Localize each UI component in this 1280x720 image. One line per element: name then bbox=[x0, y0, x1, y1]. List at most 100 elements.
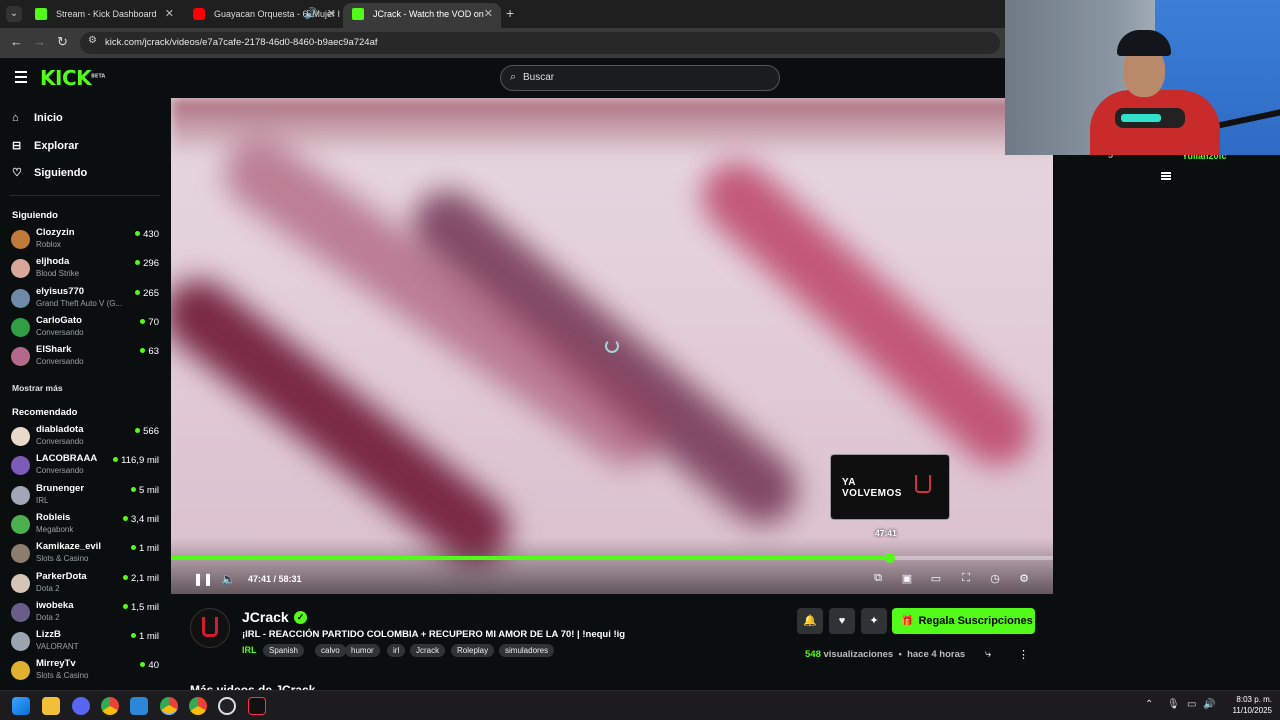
display-icon[interactable]: ▭ bbox=[1187, 699, 1196, 710]
browser-tab-youtube[interactable]: Guayacan Orquesta - 6. Mujer I 🔊 ✕ bbox=[184, 3, 344, 28]
tag-chip[interactable]: simuladores bbox=[499, 644, 555, 657]
live-dot-icon bbox=[135, 260, 141, 266]
gift-button-label: Regala Suscripciones bbox=[918, 615, 1033, 627]
compass-icon: ⊟ bbox=[12, 140, 22, 152]
chrome-icon[interactable] bbox=[189, 697, 207, 715]
sidebar-channel-brunenger[interactable]: Brunenger IRL 5 mil bbox=[11, 482, 161, 510]
more-options-icon[interactable]: ⋮ bbox=[1018, 648, 1029, 661]
recommended-heading: Recomendado bbox=[12, 407, 78, 418]
controls-shade bbox=[171, 538, 1053, 594]
volume-icon[interactable]: 🔈 bbox=[221, 572, 236, 586]
menu-icon[interactable] bbox=[15, 71, 27, 83]
close-icon[interactable]: ✕ bbox=[165, 3, 174, 25]
tab-title: Stream - Kick Dashboard bbox=[56, 9, 157, 19]
nav-label: Inicio bbox=[34, 112, 63, 124]
reload-icon[interactable]: ↻ bbox=[57, 34, 68, 50]
search-input[interactable] bbox=[523, 72, 763, 83]
sidebar-channel-elshark[interactable]: ElShark Conversando 63 bbox=[11, 343, 161, 371]
sidebar-channel-lizzb[interactable]: LizzB VALORANT 1 mil bbox=[11, 628, 161, 656]
beta-badge: BETA bbox=[91, 73, 106, 80]
sidebar-channel-mirreytv[interactable]: MirreyTv Slots & Casino 40 bbox=[11, 657, 161, 685]
new-tab-icon[interactable]: + bbox=[506, 5, 514, 21]
sidebar-channel-robleis[interactable]: Robleis Megabonk 3,4 mil bbox=[11, 511, 161, 539]
microphone-icon[interactable]: 🎙 bbox=[1167, 699, 1180, 710]
heart-icon: ♥ bbox=[838, 615, 846, 627]
channel-category: Slots & Casino bbox=[36, 671, 89, 681]
viewer-count: 430 bbox=[135, 229, 159, 240]
show-more-link[interactable]: Mostrar más bbox=[12, 383, 63, 393]
browser-tab-jcrack-vod[interactable]: JCrack - Watch the VOD on ✕ bbox=[343, 3, 501, 28]
fullscreen-icon[interactable]: ⛶ bbox=[959, 572, 973, 586]
tag-chip[interactable]: irl bbox=[387, 644, 406, 657]
view-stats: 548 visualizaciones • hace 4 horas bbox=[805, 649, 966, 660]
pause-icon[interactable]: ❚❚ bbox=[193, 572, 213, 586]
sidebar-channel-iwobeka[interactable]: iwobeka Dota 2 1,5 mil bbox=[11, 599, 161, 627]
tray-chevron-icon[interactable]: ⌃ bbox=[1145, 699, 1153, 710]
taskbar-clock[interactable]: 8:03 p. m. 11/10/2025 bbox=[1222, 694, 1272, 716]
share-icon[interactable]: ⤷ bbox=[985, 648, 991, 661]
browser-tab-dashboard[interactable]: Stream - Kick Dashboard ✕ bbox=[26, 3, 182, 28]
notification-bell-button[interactable]: 🔔 bbox=[797, 608, 823, 634]
chrome-icon[interactable] bbox=[101, 697, 119, 715]
file-explorer-icon[interactable] bbox=[42, 697, 60, 715]
obs-icon[interactable] bbox=[218, 697, 236, 715]
url-field[interactable]: ⚙ kick.com/jcrack/videos/e7a7cafe-2178-4… bbox=[80, 32, 1000, 54]
chat-scroll-icon[interactable] bbox=[1161, 172, 1171, 181]
miniplayer-icon[interactable]: ⧉ bbox=[871, 572, 885, 586]
forward-arrow-icon[interactable]: → bbox=[33, 34, 46, 49]
sidebar-channel-lacobraaa[interactable]: LACOBRAAA Conversando 116,9 mil bbox=[11, 452, 161, 480]
viewer-count: 1 mil bbox=[130, 543, 159, 554]
app-window-icon[interactable] bbox=[130, 697, 148, 715]
close-icon[interactable]: ✕ bbox=[484, 3, 493, 25]
sparkle-icon: ✦ bbox=[869, 615, 879, 627]
video-player[interactable]: YA VOLVEMOS 47:41 ❚❚ 🔈 47:41 / 58:31 ⧉ ▣ … bbox=[171, 98, 1053, 594]
sidebar-item-inicio[interactable]: ⌂ Inicio bbox=[12, 112, 63, 132]
sidebar-item-explorar[interactable]: ⊟ Explorar bbox=[12, 139, 79, 159]
sidebar-channel-parkerdota[interactable]: ParkerDota Dota 2 2,1 mil bbox=[11, 570, 161, 598]
sidebar-channel-eljhoda[interactable]: eljhoda Blood Strike 296 bbox=[11, 255, 161, 283]
chrome-icon[interactable] bbox=[160, 697, 178, 715]
channel-name[interactable]: JCrack bbox=[242, 609, 289, 625]
channel-category: Dota 2 bbox=[36, 583, 60, 593]
tag-chip[interactable]: calvo bbox=[315, 644, 346, 657]
live-dot-icon bbox=[135, 231, 141, 236]
sidebar-channel-elyisus770[interactable]: elyisus770 Grand Theft Auto V (G... 265 bbox=[11, 285, 161, 313]
clip-icon[interactable]: ▣ bbox=[900, 572, 914, 586]
sparkle-button[interactable]: ✦ bbox=[861, 608, 887, 634]
tag-chip[interactable]: humor bbox=[345, 644, 380, 657]
tag-chip[interactable]: Roleplay bbox=[451, 644, 495, 657]
volume-icon[interactable]: 🔊 bbox=[1203, 699, 1215, 710]
live-dot-icon bbox=[130, 633, 136, 639]
site-info-icon[interactable]: ⚙ bbox=[88, 35, 97, 46]
video-title: ¡IRL - REACCIÓN PARTIDO COLOMBIA + RECUP… bbox=[242, 629, 626, 640]
kick-logo[interactable]: KICKBETA bbox=[40, 66, 105, 90]
sidebar-channel-kamikaze_evil[interactable]: Kamikaze_evil Slots & Casino 1 mil bbox=[11, 540, 161, 568]
close-icon[interactable]: ✕ bbox=[327, 3, 336, 25]
sidebar-channel-clozyzin[interactable]: Clozyzin Roblox 430 bbox=[11, 226, 161, 254]
settings-gear-icon[interactable]: ⚙ bbox=[1017, 572, 1031, 586]
search-bar[interactable]: ⌕ bbox=[500, 65, 780, 91]
microphone bbox=[1115, 108, 1185, 128]
tag-chip[interactable]: Jcrack bbox=[410, 644, 446, 657]
category-link[interactable]: IRL bbox=[242, 645, 257, 655]
sidebar-channel-diabladota[interactable]: diabladota Conversando 566 bbox=[11, 423, 161, 451]
windows-start-icon[interactable] bbox=[12, 697, 30, 715]
discord-icon[interactable] bbox=[72, 697, 90, 715]
sidebar-channel-carlogato[interactable]: CarloGato Conversando 70 bbox=[11, 314, 161, 342]
theater-mode-icon[interactable]: ▭ bbox=[929, 572, 943, 586]
playback-speed-icon[interactable]: ◷ bbox=[988, 572, 1002, 586]
avatar bbox=[11, 347, 30, 367]
sidebar-item-siguiendo[interactable]: ♡ Siguiendo bbox=[12, 166, 87, 186]
follow-heart-button[interactable]: ♥ bbox=[829, 608, 855, 634]
gift-subscriptions-button[interactable]: 🎁 Regala Suscripciones bbox=[892, 608, 1035, 634]
channel-category: Conversando bbox=[36, 466, 84, 476]
channel-avatar[interactable] bbox=[190, 608, 230, 648]
tiktok-icon[interactable] bbox=[248, 697, 266, 715]
back-arrow-icon[interactable]: ← bbox=[10, 34, 23, 49]
channel-name: Kamikaze_evil bbox=[36, 541, 101, 553]
progress-handle[interactable] bbox=[884, 553, 895, 563]
viewer-count: 566 bbox=[135, 426, 159, 437]
tab-search-button[interactable]: ⌄ bbox=[6, 6, 22, 22]
progress-bar[interactable] bbox=[171, 553, 1053, 563]
tag-chip[interactable]: Spanish bbox=[263, 644, 304, 657]
